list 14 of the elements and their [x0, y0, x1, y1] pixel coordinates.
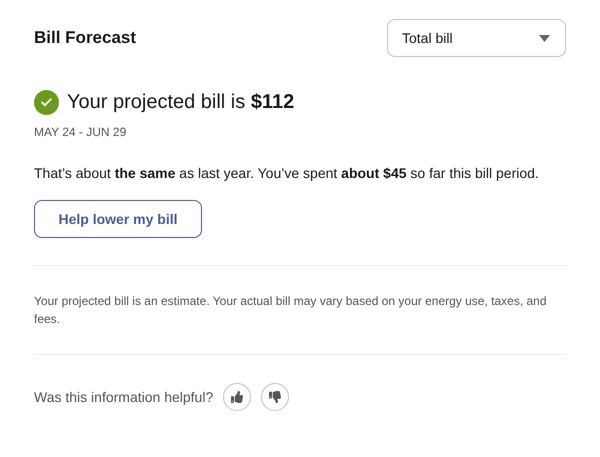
thumbs-down-icon [269, 391, 282, 403]
period-dates: MAY 24 - JUN 29 [34, 124, 128, 141]
check-icon [34, 90, 59, 114]
feedback-question: Was this information helpful? [34, 388, 214, 407]
caret-icon [539, 34, 550, 42]
view-dropdown[interactable]: Total bill [387, 19, 566, 57]
disclaimer-text: Your projected bill is an estimate. Your actual bill may vary based on your energy use, taxes, and fees. [34, 293, 548, 328]
help-button[interactable]: Help lower my bill [34, 200, 202, 238]
projection-headline: Your projected bill is $112 [67, 90, 294, 115]
card-title: Bill Forecast [34, 27, 136, 50]
thumbs-up-icon [231, 391, 244, 403]
comparison-text: That’s about the same as last year. You’ve spent about $45 so far this bill period. [34, 164, 540, 183]
thumbs-down-button[interactable] [261, 383, 290, 411]
thumbs-up-button[interactable] [223, 383, 252, 411]
